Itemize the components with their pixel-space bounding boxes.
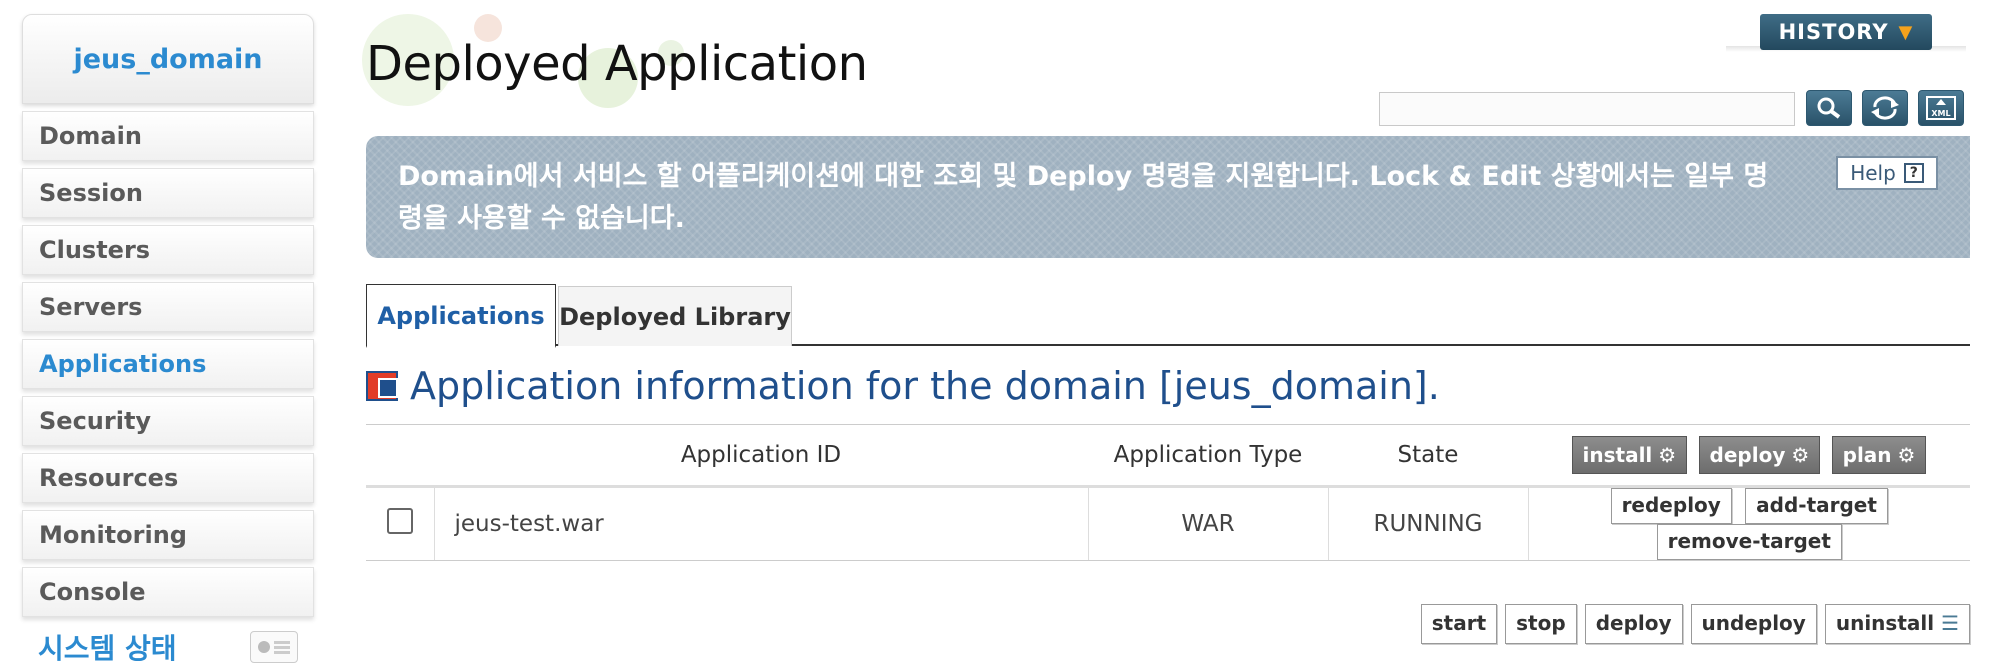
row-checkbox[interactable] xyxy=(386,508,413,534)
sidebar-item-servers[interactable]: Servers xyxy=(22,282,314,332)
sidebar-item-label: Console xyxy=(39,578,146,606)
application-id-cell[interactable]: jeus-test.war xyxy=(434,486,1089,561)
xml-export-icon: XML xyxy=(1926,96,1956,120)
install-label: install xyxy=(1582,443,1653,467)
remove-target-button[interactable]: remove-target xyxy=(1656,524,1842,560)
info-banner: Domain에서 서비스 할 어플리케이션에 대한 조회 및 Deploy 명령… xyxy=(366,136,1970,258)
start-button[interactable]: start xyxy=(1420,604,1498,644)
tab-applications[interactable]: Applications xyxy=(366,284,556,348)
column-header-select xyxy=(366,424,434,488)
bottom-action-bar: start stop deploy undeploy uninstall ☰ xyxy=(1420,604,1970,644)
section-flag-icon xyxy=(366,371,398,401)
install-button[interactable]: install ⚙ xyxy=(1571,436,1688,474)
table-header-row: Application ID Application Type State in… xyxy=(366,424,1970,488)
page-title: Deployed Application xyxy=(366,36,868,92)
banner-text: Domain에서 서비스 할 어플리케이션에 대한 조회 및 Deploy 명령… xyxy=(398,161,1769,234)
deploy-label: deploy xyxy=(1709,443,1786,467)
question-icon: ? xyxy=(1903,163,1924,183)
history-label: HISTORY xyxy=(1778,20,1889,44)
system-status-toggle[interactable] xyxy=(250,631,298,663)
search-icon xyxy=(1817,97,1841,119)
deploy-button[interactable]: deploy xyxy=(1584,604,1683,644)
redeploy-button[interactable]: redeploy xyxy=(1610,488,1732,524)
tab-bar: Applications Deployed Library xyxy=(366,284,1970,348)
column-header-application-type[interactable]: Application Type xyxy=(1088,424,1328,488)
sidebar-item-applications[interactable]: Applications xyxy=(22,339,314,389)
sidebar-item-monitoring[interactable]: Monitoring xyxy=(22,510,314,560)
gear-plus-icon: ⚙ xyxy=(1791,443,1810,467)
sidebar-domain-header[interactable]: jeus_domain xyxy=(22,14,314,104)
section-heading: Application information for the domain [… xyxy=(366,364,1440,408)
search-input[interactable] xyxy=(1379,92,1795,126)
sidebar-item-security[interactable]: Security xyxy=(22,396,314,446)
uninstall-label: uninstall xyxy=(1835,611,1935,635)
chevron-down-icon: ▼ xyxy=(1898,21,1914,43)
help-button[interactable]: Help ? xyxy=(1836,156,1938,190)
tab-label: Deployed Library xyxy=(559,302,791,331)
column-header-state[interactable]: State xyxy=(1328,424,1528,488)
section-title: Application information for the domain [… xyxy=(410,364,1440,408)
row-select-cell xyxy=(366,486,435,561)
system-status-row: 시스템 상태 xyxy=(22,624,314,664)
sidebar-item-label: Domain xyxy=(39,122,142,150)
column-header-application-id[interactable]: Application ID xyxy=(434,424,1088,488)
plan-button[interactable]: plan ⚙ xyxy=(1831,436,1927,474)
plan-label: plan xyxy=(1842,443,1892,467)
domain-name: jeus_domain xyxy=(73,43,263,75)
column-header-actions: install ⚙ deploy ⚙ plan ⚙ xyxy=(1528,424,1970,488)
gear-plus-icon: ⚙ xyxy=(1658,443,1677,467)
help-label: Help xyxy=(1850,161,1896,185)
deploy-header-button[interactable]: deploy ⚙ xyxy=(1698,436,1821,474)
svg-text:XML: XML xyxy=(1931,109,1950,118)
row-actions-cell: redeploy add-target remove-target xyxy=(1528,486,1970,561)
undeploy-button[interactable]: undeploy xyxy=(1690,604,1817,644)
sidebar-item-label: Servers xyxy=(39,293,143,321)
tab-label: Applications xyxy=(377,301,545,330)
sidebar-item-domain[interactable]: Domain xyxy=(22,111,314,161)
sidebar-item-session[interactable]: Session xyxy=(22,168,314,218)
refresh-button[interactable] xyxy=(1862,90,1908,126)
refresh-icon xyxy=(1871,96,1899,120)
history-button[interactable]: HISTORY ▼ xyxy=(1760,14,1932,50)
table-row: jeus-test.war WAR RUNNING redeploy add-t… xyxy=(366,486,1970,561)
uninstall-stack-icon: ☰ xyxy=(1941,611,1959,635)
gear-plus-icon: ⚙ xyxy=(1897,443,1916,467)
sidebar-item-label: Applications xyxy=(39,350,207,378)
application-state-cell: RUNNING xyxy=(1328,486,1529,561)
system-status-label: 시스템 상태 xyxy=(38,632,177,664)
tab-deployed-library[interactable]: Deployed Library xyxy=(558,286,792,346)
toggle-dot-icon xyxy=(258,641,270,653)
sidebar-item-clusters[interactable]: Clusters xyxy=(22,225,314,275)
stop-button[interactable]: stop xyxy=(1505,604,1577,644)
sidebar-item-resources[interactable]: Resources xyxy=(22,453,314,503)
xml-export-button[interactable]: XML xyxy=(1918,90,1964,126)
sidebar-item-console[interactable]: Console xyxy=(22,567,314,617)
sidebar-item-label: Resources xyxy=(39,464,179,492)
search-button[interactable] xyxy=(1806,90,1852,126)
sidebar-item-label: Clusters xyxy=(39,236,151,264)
sidebar-item-label: Session xyxy=(39,179,143,207)
add-target-button[interactable]: add-target xyxy=(1745,488,1888,524)
application-type-cell: WAR xyxy=(1088,486,1329,561)
application-table: Application ID Application Type State in… xyxy=(366,424,1970,561)
sidebar-item-label: Monitoring xyxy=(39,521,187,549)
toggle-lines-icon xyxy=(274,645,290,649)
sidebar: jeus_domain Domain Session Clusters Serv… xyxy=(22,14,314,664)
uninstall-button[interactable]: uninstall ☰ xyxy=(1824,604,1970,644)
sidebar-item-label: Security xyxy=(39,407,152,435)
